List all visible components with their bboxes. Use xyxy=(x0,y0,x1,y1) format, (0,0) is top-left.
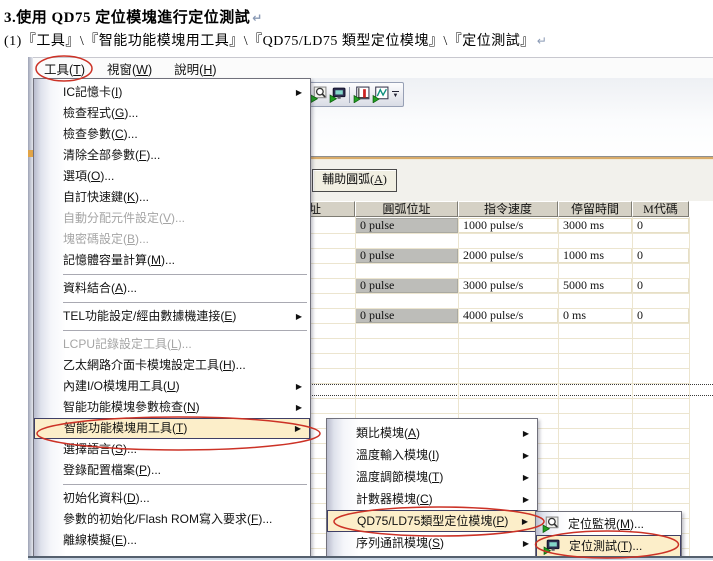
menu-item-block-password: 塊密碼設定(B)... xyxy=(34,229,310,250)
window-bottom-edge xyxy=(28,556,713,561)
positioning-monitor-icon xyxy=(310,86,327,103)
table-cell-command-speed[interactable]: 1000 pulse/s xyxy=(458,218,558,233)
menu-item-memory-capacity-calc[interactable]: 記憶體容量計算(M)... xyxy=(34,250,310,271)
return-mark-icon: ↵ xyxy=(252,11,263,25)
menu-item-offline-simulation[interactable]: 離線模擬(E)... xyxy=(34,530,310,551)
table-gridline-v xyxy=(632,217,633,556)
table-header-m-code: M代碼 xyxy=(632,201,689,217)
toolbar-options-button[interactable]: ▼ xyxy=(390,85,401,104)
menu-item-select-language[interactable]: 選擇語言(S)... xyxy=(34,439,310,460)
menu-separator xyxy=(63,330,307,331)
menu-item-lcpu-logging-tool: LCPU記錄設定工具(L)... xyxy=(34,334,310,355)
menu-item-tel-function[interactable]: TEL功能設定/經由數據機連接(E)▶ xyxy=(34,306,310,327)
menu-item-initialize-data[interactable]: 初始化資料(D)... xyxy=(34,488,310,509)
sampling-trace-icon xyxy=(372,86,389,103)
table-cell-m-code[interactable]: 0 xyxy=(632,278,689,293)
positioning-submenu: 定位監視(M)... 定位測試(T)... xyxy=(535,511,682,557)
table-gridline-v xyxy=(689,217,690,556)
menubar-item-tools[interactable]: 工具(T) xyxy=(33,57,96,80)
table-cell-dwell-time[interactable]: 5000 ms xyxy=(558,278,632,293)
aux-arc-button[interactable]: 輔助圓弧(A) xyxy=(312,169,397,192)
submenu-arrow-icon: ▶ xyxy=(290,397,302,418)
positioning-monitor-toolbar-button[interactable] xyxy=(309,85,328,104)
submenu-arrow-icon: ▶ xyxy=(290,306,302,327)
tools-dropdown-menu: IC記憶卡(I)▶ 檢查程式(G)... 檢查參數(C)... 清除全部參數(F… xyxy=(33,78,311,557)
table-cell-dwell-time[interactable]: 3000 ms xyxy=(558,218,632,233)
menu-item-intelligent-module-param-check[interactable]: 智能功能模塊參數檢查(N)▶ xyxy=(34,397,310,418)
menu-item-check-parameter[interactable]: 檢查參數(C)... xyxy=(34,124,310,145)
menu-item-positioning-test[interactable]: 定位測試(T)... xyxy=(536,535,681,557)
menu-item-temp-input-module[interactable]: 溫度輸入模塊(I)▶ xyxy=(327,444,537,466)
table-gridline-v xyxy=(558,217,559,556)
positioning-test-icon xyxy=(543,538,560,555)
table-header-dwell-time: 停留時間 xyxy=(558,201,632,217)
table-cell-arc-address[interactable]: 0 pulse xyxy=(355,278,458,293)
menu-item-check-program[interactable]: 檢查程式(G)... xyxy=(34,103,310,124)
table-cell-command-speed[interactable]: 3000 pulse/s xyxy=(458,278,558,293)
sampling-trace-toolbar-button[interactable] xyxy=(371,85,390,104)
menu-separator xyxy=(63,302,307,303)
toolbar-options-bar xyxy=(392,91,399,92)
menu-item-intelligent-module-tool[interactable]: 智能功能模塊用工具(T)▶ xyxy=(34,418,310,439)
menu-item-serial-comm-module[interactable]: 序列通訊模塊(S)▶ xyxy=(327,532,537,554)
positioning-test-toolbar-button[interactable] xyxy=(328,85,347,104)
table-header-command-speed: 指令速度 xyxy=(458,201,558,217)
table-cell-dwell-time[interactable]: 1000 ms xyxy=(558,248,632,263)
submenu-arrow-icon: ▶ xyxy=(290,376,302,397)
wave-trace-toolbar-button[interactable] xyxy=(352,85,371,104)
submenu-arrow-icon: ▶ xyxy=(517,533,529,554)
menu-item-ethernet-adapter-tool[interactable]: 乙太網路介面卡模塊設定工具(H)... xyxy=(34,355,310,376)
table-cell-arc-address[interactable]: 0 pulse xyxy=(355,308,458,323)
doc-heading-text: 3.使用 QD75 定位模塊進行定位測試 xyxy=(4,10,250,26)
table-header-arc-address: 圓弧位址 xyxy=(355,201,458,217)
submenu-arrow-icon: ▶ xyxy=(289,418,301,439)
menu-item-builtin-io-tool[interactable]: 內建I/O模塊用工具(U)▶ xyxy=(34,376,310,397)
table-cell-m-code[interactable]: 0 xyxy=(632,308,689,323)
menu-item-counter-module[interactable]: 計數器模塊(C)▶ xyxy=(327,488,537,510)
wave-trace-icon xyxy=(353,86,370,103)
submenu-arrow-icon: ▶ xyxy=(516,511,528,532)
submenu-arrow-icon: ▶ xyxy=(517,423,529,444)
menu-item-positioning-monitor[interactable]: 定位監視(M)... xyxy=(536,513,681,535)
menu-item-options[interactable]: 選項(O)... xyxy=(34,166,310,187)
menu-item-param-init-flash-rom[interactable]: 參數的初始化/Flash ROM寫入要求(F)... xyxy=(34,509,310,530)
menu-item-clear-all-parameters[interactable]: 清除全部參數(F)... xyxy=(34,145,310,166)
menu-item-analog-module[interactable]: 類比模塊(A)▶ xyxy=(327,422,537,444)
screenshot-root: 3.使用 QD75 定位模塊進行定位測試↵ (1)『工具』\『智能功能模塊用工具… xyxy=(0,0,713,561)
doc-subheading: (1)『工具』\『智能功能模塊用工具』\『QD75/LD75 類型定位模塊』\『… xyxy=(4,30,547,50)
doc-subheading-text: (1)『工具』\『智能功能模塊用工具』\『QD75/LD75 類型定位模塊』\『… xyxy=(4,34,535,49)
table-cell-arc-address[interactable]: 0 pulse xyxy=(355,248,458,263)
return-mark-icon: ↵ xyxy=(537,34,548,48)
positioning-test-icon xyxy=(329,86,346,103)
menu-item-ic-memory-card[interactable]: IC記憶卡(I)▶ xyxy=(34,82,310,103)
menubar-item-window[interactable]: 視窗(W) xyxy=(96,57,163,80)
table-cell-m-code[interactable]: 0 xyxy=(632,218,689,233)
chevron-down-icon: ▼ xyxy=(393,94,399,98)
menu-item-temp-control-module[interactable]: 溫度調節模塊(T)▶ xyxy=(327,466,537,488)
menu-bar: 工具(T) 視窗(W) 說明(H) xyxy=(33,57,713,79)
positioning-toolbar: ▼ xyxy=(306,82,404,107)
menubar-item-help[interactable]: 說明(H) xyxy=(163,57,227,80)
menu-separator xyxy=(63,484,307,485)
table-cell-arc-address[interactable]: 0 pulse xyxy=(355,218,458,233)
menu-item-register-profile[interactable]: 登錄配置檔案(P)... xyxy=(34,460,310,481)
menu-item-qd75-ld75-positioning-module[interactable]: QD75/LD75類型定位模塊(P)▶ xyxy=(327,510,537,532)
menu-item-auto-device-assign: 自動分配元件設定(V)... xyxy=(34,208,310,229)
positioning-monitor-icon xyxy=(542,516,559,533)
submenu-arrow-icon: ▶ xyxy=(517,445,529,466)
table-cell-command-speed[interactable]: 4000 pulse/s xyxy=(458,308,558,323)
submenu-arrow-icon: ▶ xyxy=(517,489,529,510)
menu-separator xyxy=(63,274,307,275)
menu-item-data-combine[interactable]: 資料結合(A)... xyxy=(34,278,310,299)
toolbar-separator xyxy=(349,87,350,103)
submenu-arrow-icon: ▶ xyxy=(290,82,302,103)
table-cell-command-speed[interactable]: 2000 pulse/s xyxy=(458,248,558,263)
table-cell-m-code[interactable]: 0 xyxy=(632,248,689,263)
table-cell-dwell-time[interactable]: 0 ms xyxy=(558,308,632,323)
module-type-submenu: 類比模塊(A)▶ 溫度輸入模塊(I)▶ 溫度調節模塊(T)▶ 計數器模塊(C)▶… xyxy=(326,418,538,557)
submenu-arrow-icon: ▶ xyxy=(517,467,529,488)
menu-item-customize-keys[interactable]: 自訂快速鍵(K)... xyxy=(34,187,310,208)
doc-heading: 3.使用 QD75 定位模塊進行定位測試↵ xyxy=(4,6,263,27)
